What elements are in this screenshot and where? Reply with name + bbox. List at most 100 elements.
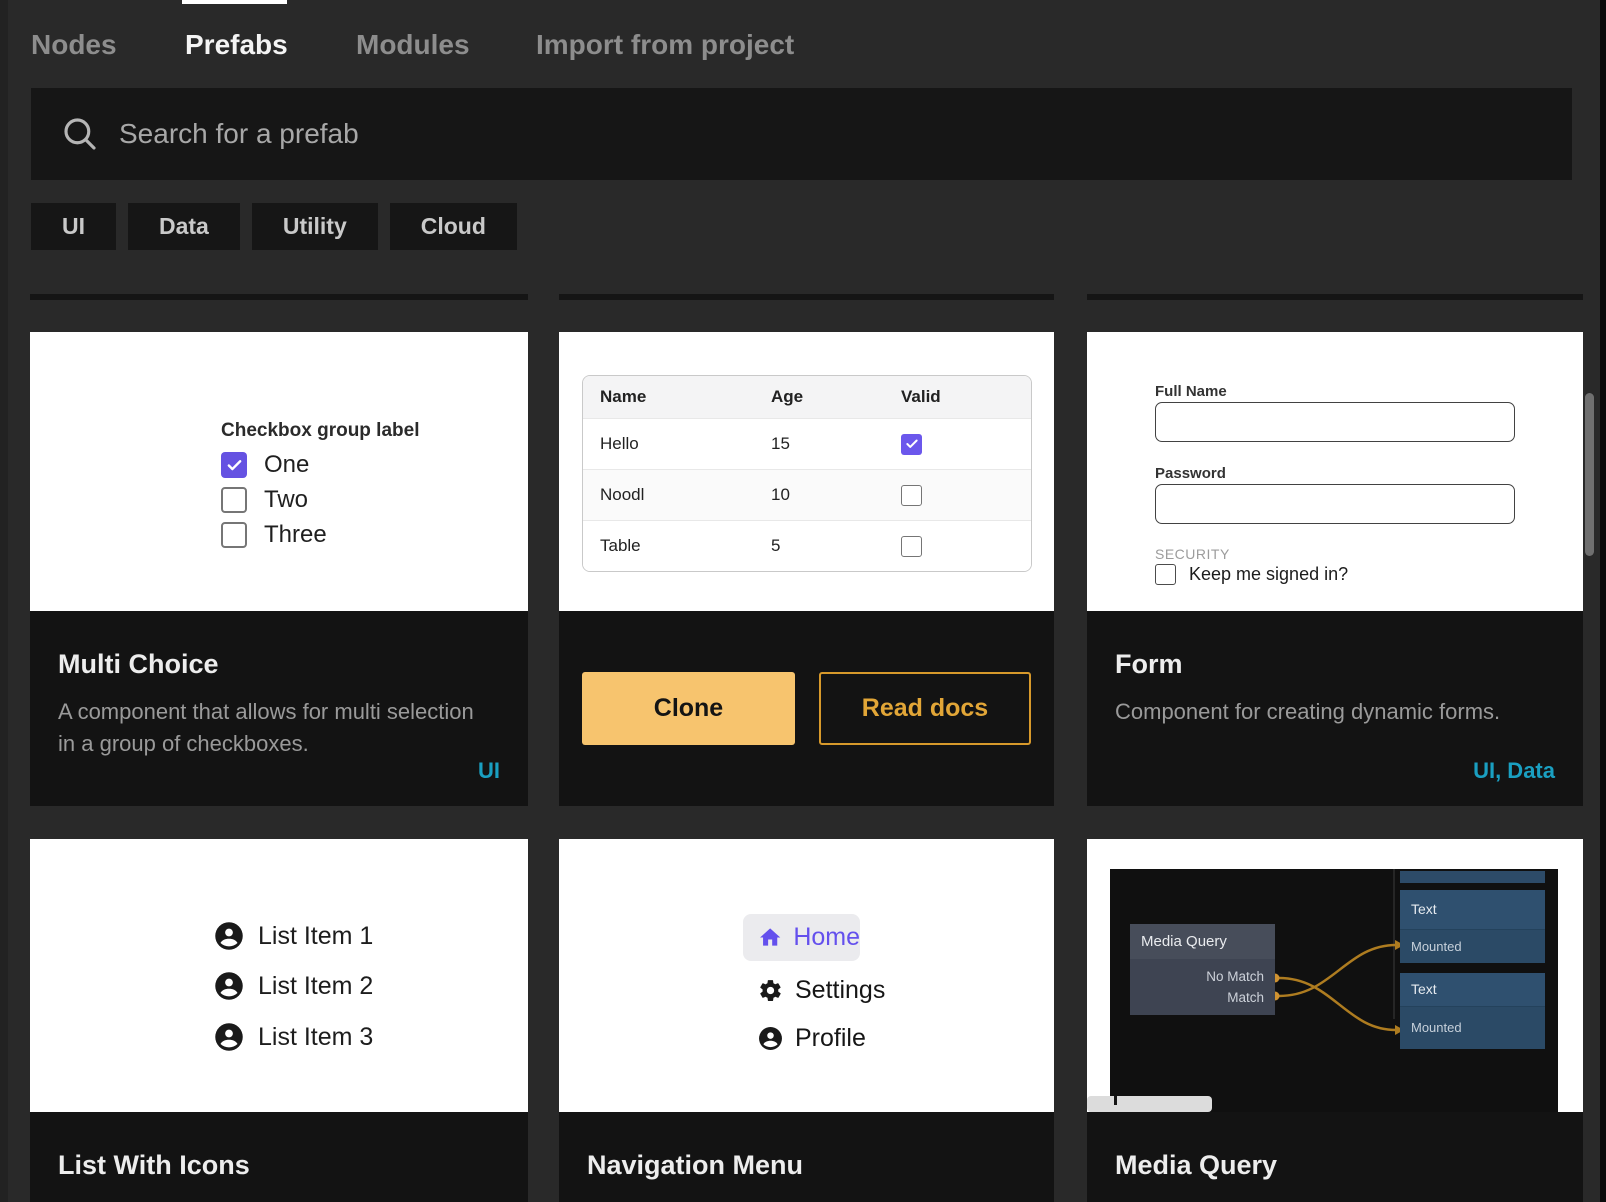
card-info: Navigation Menu Component for creating n… [559,1112,1054,1202]
checkbox-option-row: One [221,451,309,479]
table-preview: Name Age Valid Hello 15 Noodl 10 [559,332,1054,611]
node-title: Text [1400,890,1545,929]
column-header: Valid [901,387,1031,407]
checkbox-unchecked [901,485,922,506]
prefab-card-table[interactable]: Name Age Valid Hello 15 Noodl 10 [559,332,1054,806]
nav-item-label: Profile [795,1024,866,1053]
scrollbar-thumb[interactable] [1585,393,1594,556]
card-info: Multi Choice A component that allows for… [30,611,528,806]
tab-nodes[interactable]: Nodes [31,29,117,61]
table-row: Table 5 [583,520,1031,571]
card-description: Component for creating dynamic forms. [1115,696,1545,727]
card-hover-actions: Clone Read docs [559,611,1054,806]
list-item-label: List Item 2 [258,972,373,1001]
person-circle-icon [214,971,244,1001]
card-tags: UI, Data [1473,758,1555,784]
clipped-ui-element [1087,1096,1212,1112]
scrolled-card-bottom [30,294,528,300]
checkbox-unchecked [221,487,247,513]
nav-item-home-active: Home [743,914,860,961]
prefab-browser: Nodes Prefabs Modules Import from projec… [0,0,1606,1202]
tab-prefabs[interactable]: Prefabs [185,29,288,61]
search-input[interactable]: Search for a prefab [31,88,1572,180]
gear-icon [758,978,783,1003]
card-info: Media Query A component for responsive l… [1087,1112,1583,1202]
filter-chip-ui[interactable]: UI [31,203,116,250]
cell-age: 10 [771,485,901,505]
scrolled-card-bottom [559,294,1054,300]
node-body: No Match Match [1130,959,1275,1015]
prefab-card-form[interactable]: Full Name Password SECURITY Keep me sign… [1087,332,1583,806]
right-edge-strip [1600,0,1606,1202]
checkbox-unchecked [1155,564,1176,585]
card-info: Form Component for creating dynamic form… [1087,611,1583,806]
media-query-preview: Media Query No Match Match Text Mounted … [1087,839,1583,1112]
card-title: Form [1115,650,1555,678]
read-docs-button[interactable]: Read docs [819,672,1031,745]
cell-age: 15 [771,434,901,454]
mounted-input: Mounted [1400,929,1545,963]
tab-import-from-project[interactable]: Import from project [536,29,794,61]
cell-name: Noodl [583,485,771,505]
node-graph-screenshot: Media Query No Match Match Text Mounted … [1110,869,1558,1112]
prefab-card-list-with-icons[interactable]: List Item 1 List Item 2 List Item 3 [30,839,528,1202]
card-tags: UI [478,758,500,784]
output-no-match: No Match [1206,969,1264,984]
list-item: List Item 2 [214,971,373,1001]
card-description: Component for creating navigation menus. [587,1197,1017,1202]
prefab-card-navigation-menu[interactable]: Home Settings Profile Navigation Menu Co… [559,839,1054,1202]
filter-chips: UI Data Utility Cloud [31,203,517,250]
nav-item-profile: Profile [758,1024,866,1053]
checkbox-unchecked [901,536,922,557]
multi-choice-preview: Checkbox group label One Two Three [30,332,528,611]
text-node: Text Mounted [1400,890,1545,963]
card-description: A simple list with icons and labels. [58,1197,488,1202]
home-icon [758,925,782,950]
filter-chip-cloud[interactable]: Cloud [390,203,517,250]
password-label: Password [1155,465,1226,482]
list-item: List Item 3 [214,1022,373,1052]
filter-chip-data[interactable]: Data [128,203,240,250]
cell-name: Hello [583,434,771,454]
scrolled-card-bottom [1087,294,1583,300]
security-section-label: SECURITY [1155,546,1230,562]
prefab-card-multi-choice[interactable]: Checkbox group label One Two Three Multi… [30,332,528,806]
list-item-label: List Item 3 [258,1023,373,1052]
tab-modules[interactable]: Modules [356,29,470,61]
person-circle-icon [214,921,244,951]
card-info: List With Icons A simple list with icons… [30,1112,528,1202]
checkbox-group-label: Checkbox group label [221,420,419,442]
card-description: A component for responsive layouts. [1115,1197,1545,1202]
cell-age: 5 [771,536,901,556]
list-item: List Item 1 [214,921,373,951]
active-tab-underline [182,0,287,4]
card-title: List With Icons [58,1151,500,1179]
checkbox-checked [221,452,247,478]
option-label: Two [264,486,308,514]
column-header: Age [771,387,901,407]
table-row: Noodl 10 [583,469,1031,520]
list-item-label: List Item 1 [258,922,373,951]
search-placeholder: Search for a prefab [119,88,359,180]
prefab-card-media-query[interactable]: Media Query No Match Match Text Mounted … [1087,839,1583,1202]
nav-item-label: Home [793,923,860,952]
clone-button[interactable]: Clone [582,672,795,745]
column-header: Name [583,387,771,407]
card-description: A component that allows for multi select… [58,696,488,758]
nav-item-settings: Settings [758,976,885,1005]
option-label: One [264,451,309,479]
node-title: Media Query [1130,924,1275,959]
keep-signed-in-label: Keep me signed in? [1189,564,1348,585]
form-preview: Full Name Password SECURITY Keep me sign… [1087,332,1583,611]
full-name-label: Full Name [1155,383,1227,400]
nav-item-label: Settings [795,976,885,1005]
filter-chip-utility[interactable]: Utility [252,203,378,250]
card-title: Multi Choice [58,650,500,678]
nav-menu-preview: Home Settings Profile [559,839,1054,1112]
left-edge-strip [0,0,8,1202]
clipped-node [1400,871,1545,883]
check-icon [226,457,243,474]
table-header-row: Name Age Valid [583,376,1031,418]
full-name-input [1155,402,1515,442]
check-icon [905,437,919,451]
